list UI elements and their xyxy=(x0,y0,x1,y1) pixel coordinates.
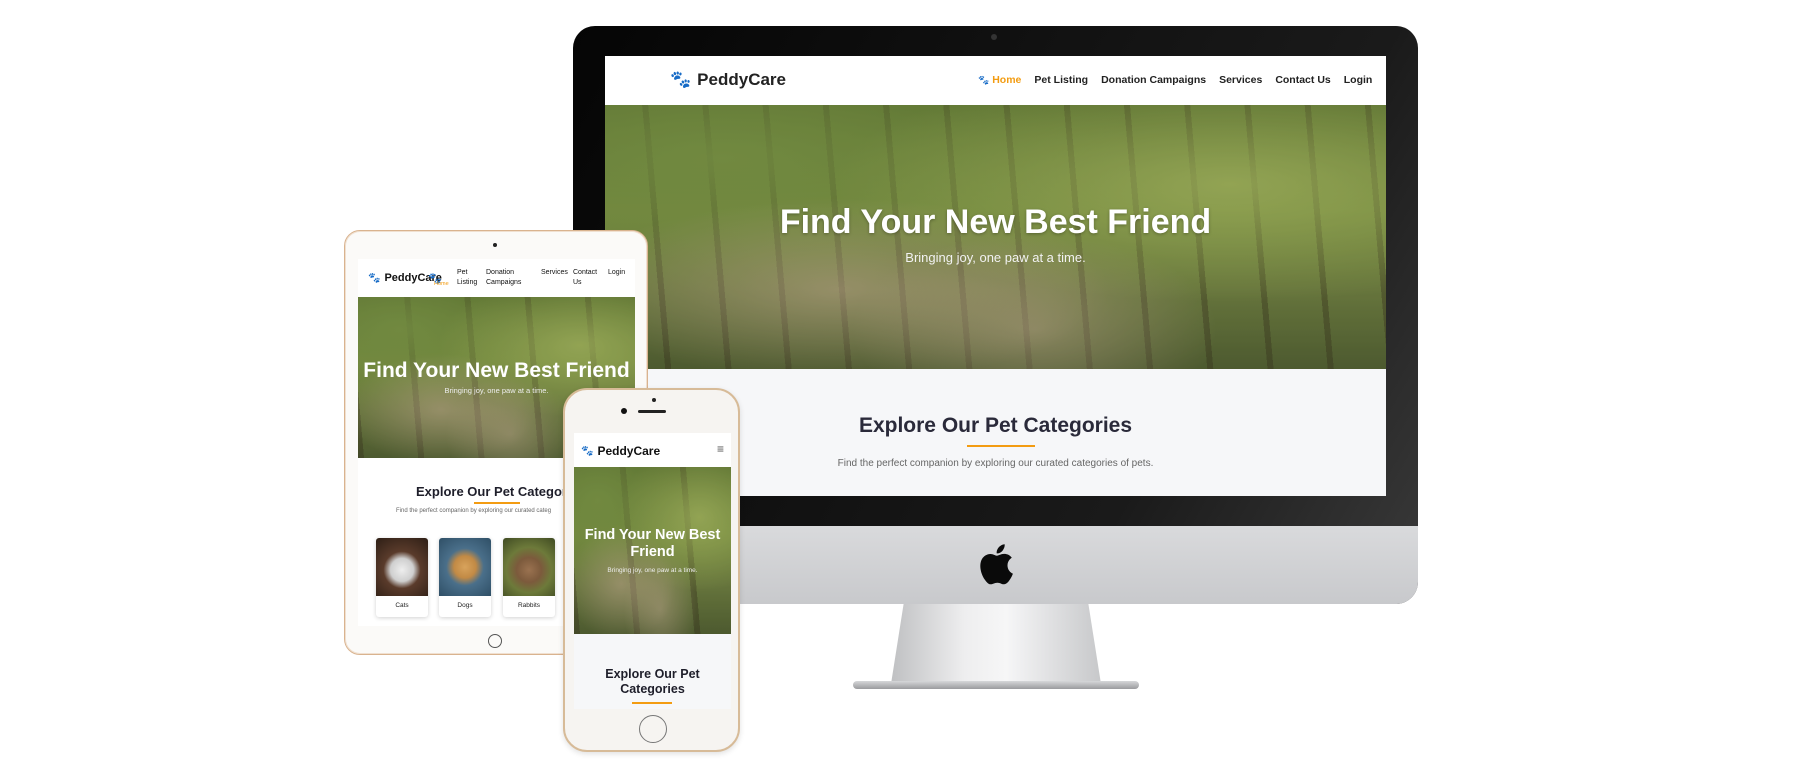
ipad-camera xyxy=(493,243,497,247)
nav-item-login[interactable]: Login xyxy=(608,268,625,278)
imac-stand-base xyxy=(853,681,1139,689)
nav-item-contact-us[interactable]: Contact Us xyxy=(1275,74,1330,86)
brand-name: PeddyCare xyxy=(697,70,786,89)
nav-home-label: Home xyxy=(992,74,1022,86)
iphone-sensor xyxy=(621,408,627,414)
iphone-speaker xyxy=(638,410,666,413)
section-underline xyxy=(632,702,672,704)
nav-label-line: Us xyxy=(573,279,582,286)
iphone-camera xyxy=(652,398,656,402)
desktop-nav: 🐾 Home Pet Listing Donation Campaigns Se… xyxy=(978,74,1372,86)
nav-item-pet-listing[interactable]: Pet Listing xyxy=(1034,74,1088,86)
imac-camera xyxy=(991,34,997,40)
mobile-screen: 🐾 PeddyCare ≡ Find Your New Best Friend … xyxy=(574,433,731,709)
ipad-home-button xyxy=(488,634,502,648)
hero-subtitle: Bringing joy, one paw at a time. xyxy=(607,567,698,574)
paw-icon: 🐾 xyxy=(978,74,990,85)
section-title-line: Categories xyxy=(620,682,685,696)
hero-title: Find Your New Best Friend xyxy=(363,359,630,382)
nav-label-line: Pet xyxy=(457,269,468,276)
hamburger-icon[interactable]: ≡ xyxy=(717,442,724,456)
section-underline xyxy=(474,502,520,504)
category-label: Rabbits xyxy=(517,602,541,609)
section-underline xyxy=(967,445,1035,447)
nav-label-line: Donation xyxy=(486,269,515,276)
mobile-categories-section: Explore Our Pet Categories xyxy=(574,634,731,709)
category-label: Cats xyxy=(395,602,409,609)
tablet-header: 🐾 PeddyCare 🐾 Home Pet Listing Donation … xyxy=(358,259,635,297)
category-label: Dogs xyxy=(457,602,473,609)
category-card-cats[interactable]: Cats xyxy=(376,538,428,617)
nav-item-services[interactable]: Services xyxy=(1219,74,1262,86)
section-title: Explore Our Pet Categor xyxy=(416,484,567,499)
hero-subtitle: Bringing joy, one paw at a time. xyxy=(905,250,1086,265)
imac-stand xyxy=(891,604,1101,684)
section-subtitle: Find the perfect companion by exploring … xyxy=(396,508,552,514)
rabbit-image xyxy=(503,538,555,596)
mobile-hero: Find Your New Best Friend Bringing joy, … xyxy=(574,467,731,634)
paw-icon: 🐾 xyxy=(368,272,381,284)
desktop-brand[interactable]: 🐾 PeddyCare xyxy=(670,70,786,90)
nav-item-home[interactable]: Home xyxy=(434,281,449,287)
dog-image xyxy=(439,538,491,596)
nav-item-pet-listing[interactable]: Pet Listing xyxy=(457,268,477,288)
category-card-rabbits[interactable]: Rabbits xyxy=(503,538,555,617)
desktop-hero: Find Your New Best Friend Bringing joy, … xyxy=(605,105,1386,369)
brand-name: PeddyCare xyxy=(597,444,661,458)
hero-title-line: Find Your New Best xyxy=(584,527,721,543)
nav-label-line: Campaigns xyxy=(486,279,522,286)
iphone-home-button xyxy=(639,715,667,743)
nav-label-line: Contact xyxy=(573,269,598,276)
section-title-line: Explore Our Pet xyxy=(605,667,700,681)
hero-title-line: Friend xyxy=(630,544,675,560)
paw-icon: 🐾 xyxy=(581,445,594,457)
nav-item-contact-us[interactable]: Contact Us xyxy=(573,268,597,288)
paw-icon: 🐾 xyxy=(670,70,692,89)
desktop-header: 🐾 PeddyCare 🐾 Home Pet Listing Donation … xyxy=(605,56,1386,105)
category-card-dogs[interactable]: Dogs xyxy=(439,538,491,617)
mobile-header: 🐾 PeddyCare ≡ xyxy=(574,433,731,467)
hero-title: Find Your New Best Friend xyxy=(779,203,1212,241)
nav-item-services[interactable]: Services xyxy=(541,268,568,278)
section-title: Explore Our Pet Categories xyxy=(574,667,731,697)
nav-item-donation-campaigns[interactable]: Donation Campaigns xyxy=(486,268,521,288)
nav-item-home[interactable]: 🐾 Home xyxy=(978,74,1021,86)
nav-item-donation-campaigns[interactable]: Donation Campaigns xyxy=(1101,74,1206,86)
nav-item-login[interactable]: Login xyxy=(1344,74,1373,86)
iphone-device: 🐾 PeddyCare ≡ Find Your New Best Friend … xyxy=(563,388,740,752)
nav-label-line: Listing xyxy=(457,279,478,286)
mobile-brand[interactable]: 🐾 PeddyCare xyxy=(581,444,660,458)
hero-title: Find Your New Best Friend xyxy=(574,527,731,561)
apple-logo-icon xyxy=(980,544,1013,585)
cat-image xyxy=(376,538,428,596)
